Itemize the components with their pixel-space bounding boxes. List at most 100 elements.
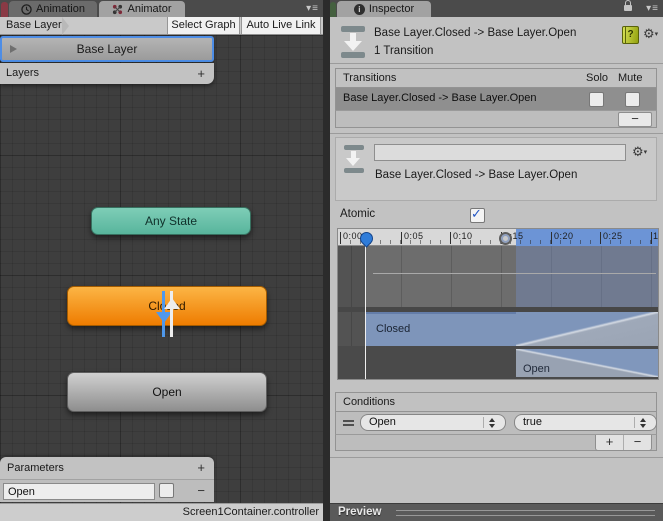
condition-value: true [523,416,542,428]
transition-start-handle[interactable] [499,232,512,245]
tab-animator[interactable]: Animator [99,1,185,17]
conditions-footer: + − [335,434,657,451]
clock-icon [21,3,32,15]
atomic-checkbox[interactable]: ✓ [470,206,485,223]
animator-tab-bar: Animation Animator ▾≡ [0,0,323,17]
gear-icon[interactable]: ⚙▾ [643,27,658,42]
info-icon: i [353,3,365,15]
transition-list-row[interactable]: Base Layer.Closed -> Base Layer.Open [335,88,657,110]
parameters-label: Parameters [7,462,64,474]
transition-icon-bar-top [341,26,365,32]
panel-splitter[interactable] [323,0,330,521]
solo-checkbox[interactable] [589,92,604,107]
breadcrumb[interactable]: Base Layer [6,17,62,34]
conditions-title: Conditions [343,396,395,408]
divider [330,63,663,64]
blend-curve-line [373,273,656,274]
preview-drag-grip[interactable] [396,510,655,516]
node-any-state[interactable]: Any State [91,207,251,235]
lock-icon[interactable] [624,0,632,11]
mute-column-label: Mute [618,72,643,84]
transitions-title: Transitions [343,72,397,84]
controller-status-bar: Screen1Container.controller [0,503,323,521]
transition-icon [340,26,366,58]
ruler-tick [401,232,402,244]
transition-detail-box: ⚙▾ Base Layer.Closed -> Base Layer.Open [335,137,657,201]
mute-checkbox[interactable] [625,92,640,107]
transition-name-field[interactable] [374,144,626,161]
add-parameter-button[interactable]: + [197,457,205,478]
transition-detail-label: Base Layer.Closed -> Base Layer.Open [375,169,578,181]
remove-condition-button[interactable]: − [624,435,651,450]
condition-value-dropdown[interactable]: true [514,414,657,431]
gear-icon[interactable]: ⚙▾ [632,145,647,160]
state-machine-graph[interactable]: Any State Closed Open [0,35,323,503]
animator-toolbar: Base Layer Select Graph Auto Live Link [0,17,323,35]
transition-region-overlay[interactable] [516,246,658,312]
remove-parameter-button[interactable]: − [197,480,205,501]
layers-label: Layers [6,67,40,79]
gear-glyph: ⚙ [632,144,644,159]
foldout-triangle-icon[interactable] [10,45,17,53]
transition-icon-arrow-head [346,158,360,166]
animator-panel: Animation Animator ▾≡ Base Layer Select … [0,0,323,521]
layer-row-label: Base Layer [76,42,138,56]
drag-handle-icon[interactable] [343,420,354,422]
ruler-tick [600,232,601,244]
transition-row-label: Base Layer.Closed -> Base Layer.Open [343,92,537,104]
condition-parameter-dropdown[interactable]: Open [360,414,506,431]
preview-bar[interactable]: Preview [330,503,663,521]
divider [330,457,663,458]
condition-parameter-value: Open [369,416,396,428]
transition-icon-bar-top [344,145,364,150]
tab-animation[interactable]: Animation [9,1,97,17]
tab-animation-label: Animation [36,3,85,15]
layer-row-base-layer[interactable]: Base Layer [0,36,214,62]
transition-timeline[interactable]: Closed Open 0:00 0:05 0:10 0:15 0:20 0:2… [337,228,659,380]
inspector-subtitle: 1 Transition [374,45,434,57]
ruler-tick [551,232,552,244]
clip-bar-open[interactable]: Open [516,349,658,377]
remove-transition-button[interactable]: − [618,112,652,127]
inspector-panel: i Inspector ▾≡ Base Layer.Closed -> Base… [330,0,663,521]
dropdown-arrows-icon [483,417,500,428]
transition-icon-small [343,145,365,173]
playhead-line[interactable] [365,246,366,379]
ruler-label: 0:25 [603,231,623,241]
clip-label: Closed [376,323,411,335]
add-layer-button[interactable]: + [197,63,205,84]
ruler-tick [651,232,652,244]
atomic-label: Atomic [340,208,376,220]
panel-menu-icon[interactable]: ▾≡ [306,3,319,14]
hidden-tab-edge [330,2,336,17]
transitions-header: Transitions Solo Mute [335,68,657,88]
transition-icon-bar-bottom [341,52,365,58]
parameter-name-field[interactable] [3,483,155,500]
conditions-header: Conditions [335,392,657,412]
clip-bar-closed[interactable]: Closed [366,312,516,346]
inspector-title: Base Layer.Closed -> Base Layer.Open [374,27,577,39]
ruler-tick [450,232,451,244]
select-graph-button[interactable]: Select Graph [167,17,240,34]
inspector-tab-bar: i Inspector ▾≡ [330,0,663,17]
solo-column-label: Solo [586,72,609,84]
ruler-label: 0:05 [404,231,424,241]
auto-live-link-button[interactable]: Auto Live Link [241,17,321,34]
hidden-tab-edge [1,2,8,17]
divider [330,133,663,134]
add-remove-buttons: + − [595,435,652,451]
transition-arrowhead-up-icon [164,298,180,309]
checkmark-icon: ✓ [471,206,482,221]
panel-menu-icon[interactable]: ▾≡ [646,3,659,14]
tab-inspector-label: Inspector [368,3,415,15]
layers-header: Layers + [0,63,214,84]
node-open[interactable]: Open [67,372,267,412]
gear-glyph: ⚙ [643,26,655,41]
unity-editor-window: Animation Animator ▾≡ Base Layer Select … [0,0,663,521]
dropdown-arrows-icon [634,417,651,428]
clip-label: Open [523,363,550,375]
help-icon[interactable]: ? [622,26,639,44]
parameter-value-checkbox[interactable] [159,483,174,498]
add-condition-button[interactable]: + [596,435,624,450]
tab-inspector[interactable]: i Inspector [337,1,431,17]
